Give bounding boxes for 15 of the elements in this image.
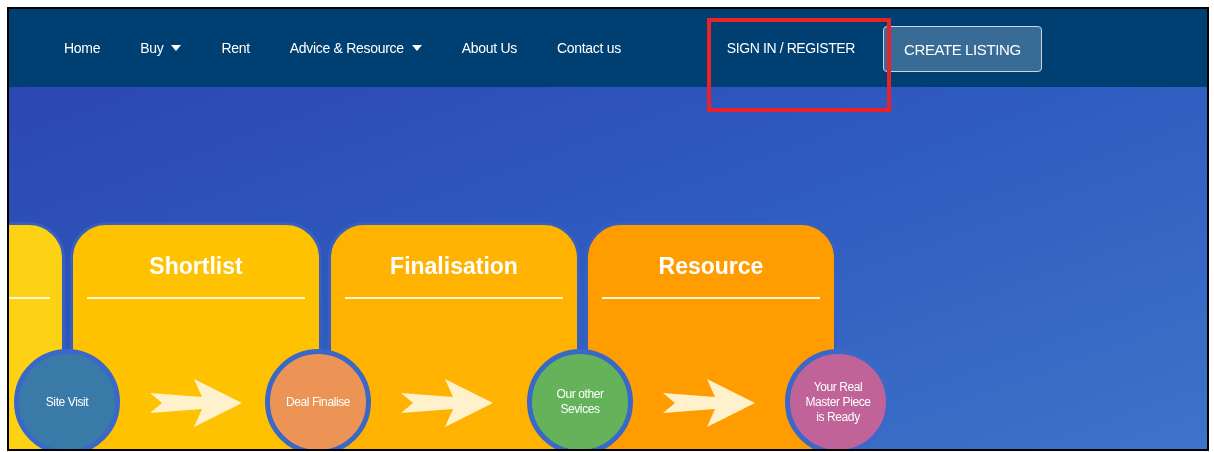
arrow-icon xyxy=(150,379,242,427)
stage-title: Resource xyxy=(657,253,765,280)
step-circle: Your Real Master Piece is Ready xyxy=(785,349,891,449)
stage-title: Finalisation xyxy=(389,253,519,280)
nav-link[interactable]: Rent xyxy=(201,40,270,56)
stage-title: Shortlist xyxy=(148,253,244,280)
create-listing-button[interactable]: CREATE LISTING xyxy=(883,26,1042,72)
arrow-icon xyxy=(663,379,755,427)
nav-link[interactable]: About Us xyxy=(441,40,537,56)
nav-link[interactable]: Home xyxy=(44,40,121,56)
arrow-icon xyxy=(401,379,493,427)
nav-link[interactable]: Contact us xyxy=(536,40,641,56)
nav-link[interactable]: Buy xyxy=(120,40,202,56)
sign-in-link[interactable]: SIGN IN / REGISTER xyxy=(710,40,871,56)
nav-link[interactable]: Advice & Resource xyxy=(269,40,442,56)
